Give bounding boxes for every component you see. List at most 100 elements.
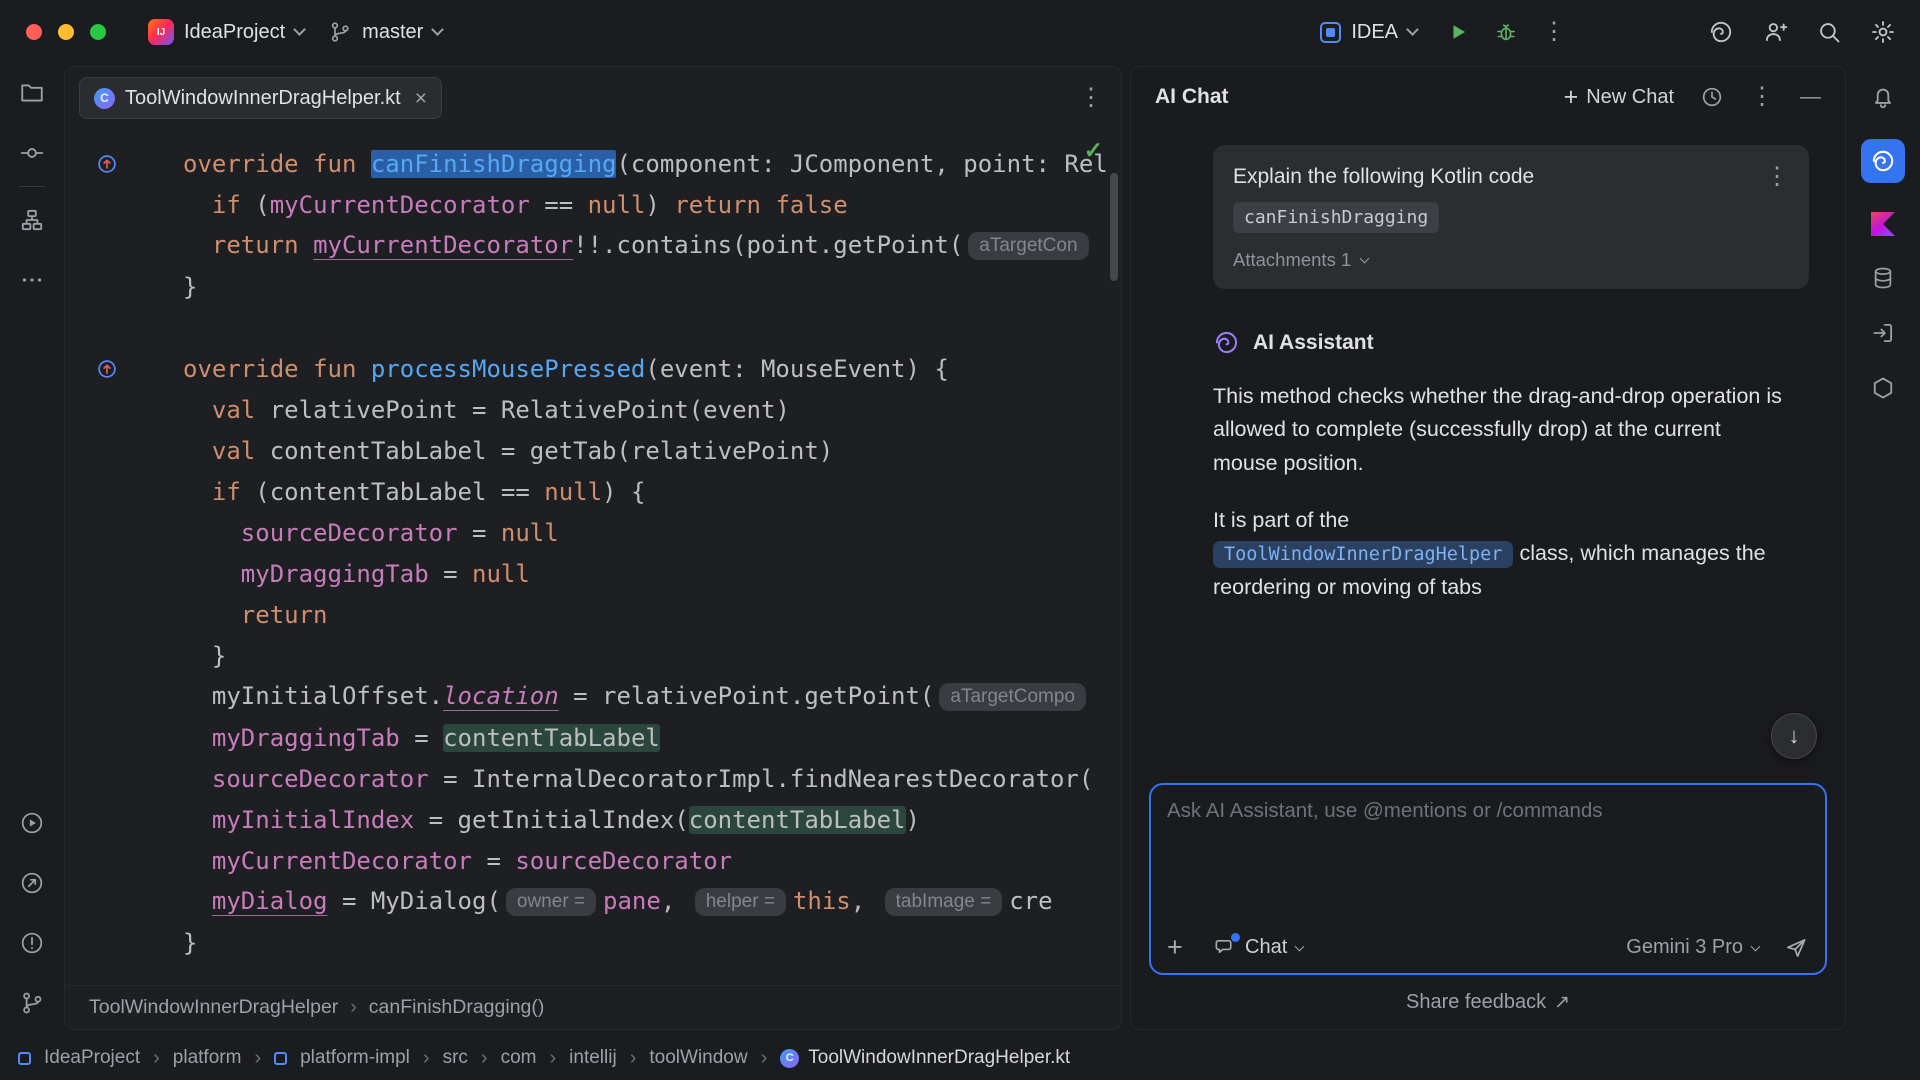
code-line[interactable]: sourceDecorator = InternalDecoratorImpl.… — [65, 758, 1121, 799]
code-text[interactable]: if (myCurrentDecorator == null) return f… — [183, 191, 1121, 219]
problems-tool-icon[interactable] — [19, 930, 45, 956]
code-line[interactable]: } — [65, 266, 1121, 307]
code-text[interactable]: sourceDecorator = InternalDecoratorImpl.… — [183, 765, 1121, 793]
more-actions-button[interactable]: ⋮ — [1535, 13, 1573, 51]
code-text[interactable]: myDialog = MyDialog(owner =pane, helper … — [183, 887, 1121, 916]
inspections-ok-icon[interactable]: ✓ — [1084, 137, 1103, 164]
code-text[interactable]: override fun canFinishDragging(component… — [183, 150, 1121, 178]
version-control-tool-icon[interactable] — [19, 990, 45, 1016]
chat-input[interactable] — [1167, 799, 1809, 934]
close-window-button[interactable] — [26, 24, 42, 40]
code-text[interactable]: myCurrentDecorator = sourceDecorator — [183, 847, 1121, 875]
code-with-me-icon[interactable] — [1762, 19, 1788, 45]
code-line[interactable]: if (myCurrentDecorator == null) return f… — [65, 184, 1121, 225]
code-line[interactable]: override fun canFinishDragging(component… — [65, 143, 1121, 184]
code-text[interactable]: myInitialOffset.location = relativePoint… — [183, 682, 1121, 711]
code-text[interactable]: myInitialIndex = getInitialIndex(content… — [183, 806, 1121, 834]
code-text[interactable]: myDraggingTab = contentTabLabel — [183, 724, 1121, 752]
more-tool-windows-icon[interactable] — [19, 267, 45, 293]
code-line[interactable]: myDraggingTab = null — [65, 553, 1121, 594]
profiler-tool-icon[interactable] — [19, 870, 45, 896]
code-line[interactable]: } — [65, 922, 1121, 963]
code-line[interactable]: myCurrentDecorator = sourceDecorator — [65, 840, 1121, 881]
search-everywhere-icon[interactable] — [1816, 19, 1842, 45]
minimize-panel-icon[interactable]: — — [1800, 85, 1821, 109]
project-selector[interactable]: IJ IdeaProject — [136, 12, 316, 52]
code-line[interactable]: return myCurrentDecorator!!.contains(poi… — [65, 225, 1121, 266]
code-text[interactable]: } — [183, 642, 1121, 670]
ai-assistant-icon[interactable] — [1708, 19, 1734, 45]
code-editor[interactable]: ✓ override fun canFinishDragging(compone… — [65, 129, 1121, 985]
ai-chat-tool-icon[interactable] — [1861, 139, 1905, 183]
close-tab-icon[interactable]: × — [415, 88, 427, 109]
attachments-toggle[interactable]: Attachments 1 — [1233, 249, 1789, 271]
status-crumb[interactable]: com — [501, 1047, 537, 1069]
code-text[interactable]: sourceDecorator = null — [183, 519, 1121, 547]
code-text[interactable]: } — [183, 929, 1121, 957]
editor-scrollbar[interactable] — [1110, 173, 1118, 281]
code-line[interactable]: } — [65, 635, 1121, 676]
code-text[interactable]: myDraggingTab = null — [183, 560, 1121, 588]
status-crumb[interactable]: platform — [173, 1047, 242, 1069]
status-file-crumb[interactable]: C ToolWindowInnerDragHelper.kt — [780, 1047, 1070, 1069]
scroll-to-bottom-button[interactable]: ↓ — [1771, 713, 1817, 759]
structure-tool-icon[interactable] — [19, 207, 45, 233]
override-gutter-icon[interactable] — [97, 359, 117, 379]
send-button[interactable] — [1783, 935, 1809, 961]
code-line[interactable]: override fun processMousePressed(event: … — [65, 348, 1121, 389]
code-line[interactable]: val relativePoint = RelativePoint(event) — [65, 389, 1121, 430]
code-reference-chip[interactable]: canFinishDragging — [1233, 202, 1439, 233]
project-tool-icon[interactable] — [19, 80, 45, 106]
ai-chat-options-icon[interactable]: ⋮ — [1750, 85, 1774, 109]
code-line[interactable]: myDialog = MyDialog(owner =pane, helper … — [65, 881, 1121, 922]
attach-file-button[interactable]: + — [1167, 934, 1197, 961]
code-line[interactable]: if (contentTabLabel == null) { — [65, 471, 1121, 512]
settings-icon[interactable] — [1870, 19, 1896, 45]
code-text[interactable]: if (contentTabLabel == null) { — [183, 478, 1121, 506]
override-gutter-icon[interactable] — [97, 154, 117, 174]
breadcrumb-method[interactable]: canFinishDragging() — [369, 996, 545, 1019]
code-text[interactable]: override fun processMousePressed(event: … — [183, 355, 1121, 383]
code-line[interactable]: myInitialIndex = getInitialIndex(content… — [65, 799, 1121, 840]
class-reference-chip[interactable]: ToolWindowInnerDragHelper — [1213, 541, 1513, 568]
breadcrumb-class[interactable]: ToolWindowInnerDragHelper — [89, 996, 338, 1019]
chat-history-icon[interactable] — [1700, 85, 1724, 109]
chat-input-box[interactable]: + Chat Gemini 3 Pro — [1149, 783, 1827, 975]
code-text[interactable]: return — [183, 601, 1121, 629]
code-text[interactable]: val relativePoint = RelativePoint(event) — [183, 396, 1121, 424]
status-crumb[interactable]: toolWindow — [649, 1047, 747, 1069]
ai-chat-messages[interactable]: Explain the following Kotlin code ⋮ canF… — [1131, 127, 1845, 783]
run-tool-icon[interactable] — [19, 810, 45, 836]
editor-options-icon[interactable]: ⋮ — [1079, 86, 1103, 110]
code-line[interactable] — [65, 307, 1121, 348]
database-tool-icon[interactable] — [1870, 265, 1896, 291]
dependencies-tool-icon[interactable] — [1870, 375, 1896, 401]
run-button[interactable] — [1439, 13, 1477, 51]
code-line[interactable]: myDraggingTab = contentTabLabel — [65, 717, 1121, 758]
code-text[interactable]: val contentTabLabel = getTab(relativePoi… — [183, 437, 1121, 465]
editor-tab[interactable]: C ToolWindowInnerDragHelper.kt × — [79, 77, 442, 119]
debug-button[interactable] — [1487, 13, 1525, 51]
new-chat-button[interactable]: + New Chat — [1564, 85, 1674, 110]
message-options-icon[interactable]: ⋮ — [1765, 165, 1789, 189]
status-crumb[interactable]: src — [443, 1047, 468, 1069]
status-crumb[interactable]: IdeaProject — [44, 1047, 140, 1069]
zoom-window-button[interactable] — [90, 24, 106, 40]
kotlin-icon[interactable] — [1871, 212, 1895, 236]
code-line[interactable]: return — [65, 594, 1121, 635]
code-text[interactable]: } — [183, 273, 1121, 301]
code-line[interactable]: myInitialOffset.location = relativePoint… — [65, 676, 1121, 717]
status-crumb[interactable]: platform-impl — [300, 1047, 410, 1069]
code-text[interactable]: return myCurrentDecorator!!.contains(poi… — [183, 231, 1121, 260]
minimize-window-button[interactable] — [58, 24, 74, 40]
chat-mode-selector[interactable]: Chat — [1213, 936, 1303, 959]
notifications-icon[interactable] — [1870, 84, 1896, 110]
code-line[interactable]: sourceDecorator = null — [65, 512, 1121, 553]
code-line[interactable]: val contentTabLabel = getTab(relativePoi… — [65, 430, 1121, 471]
status-crumb[interactable]: intellij — [569, 1047, 617, 1069]
model-selector[interactable]: Gemini 3 Pro — [1626, 936, 1759, 959]
commit-tool-icon[interactable] — [19, 140, 45, 166]
run-configuration-selector[interactable]: IDEA — [1308, 14, 1429, 51]
share-feedback-link[interactable]: Share feedback ↗ — [1131, 975, 1845, 1029]
sign-in-icon[interactable] — [1870, 320, 1896, 346]
